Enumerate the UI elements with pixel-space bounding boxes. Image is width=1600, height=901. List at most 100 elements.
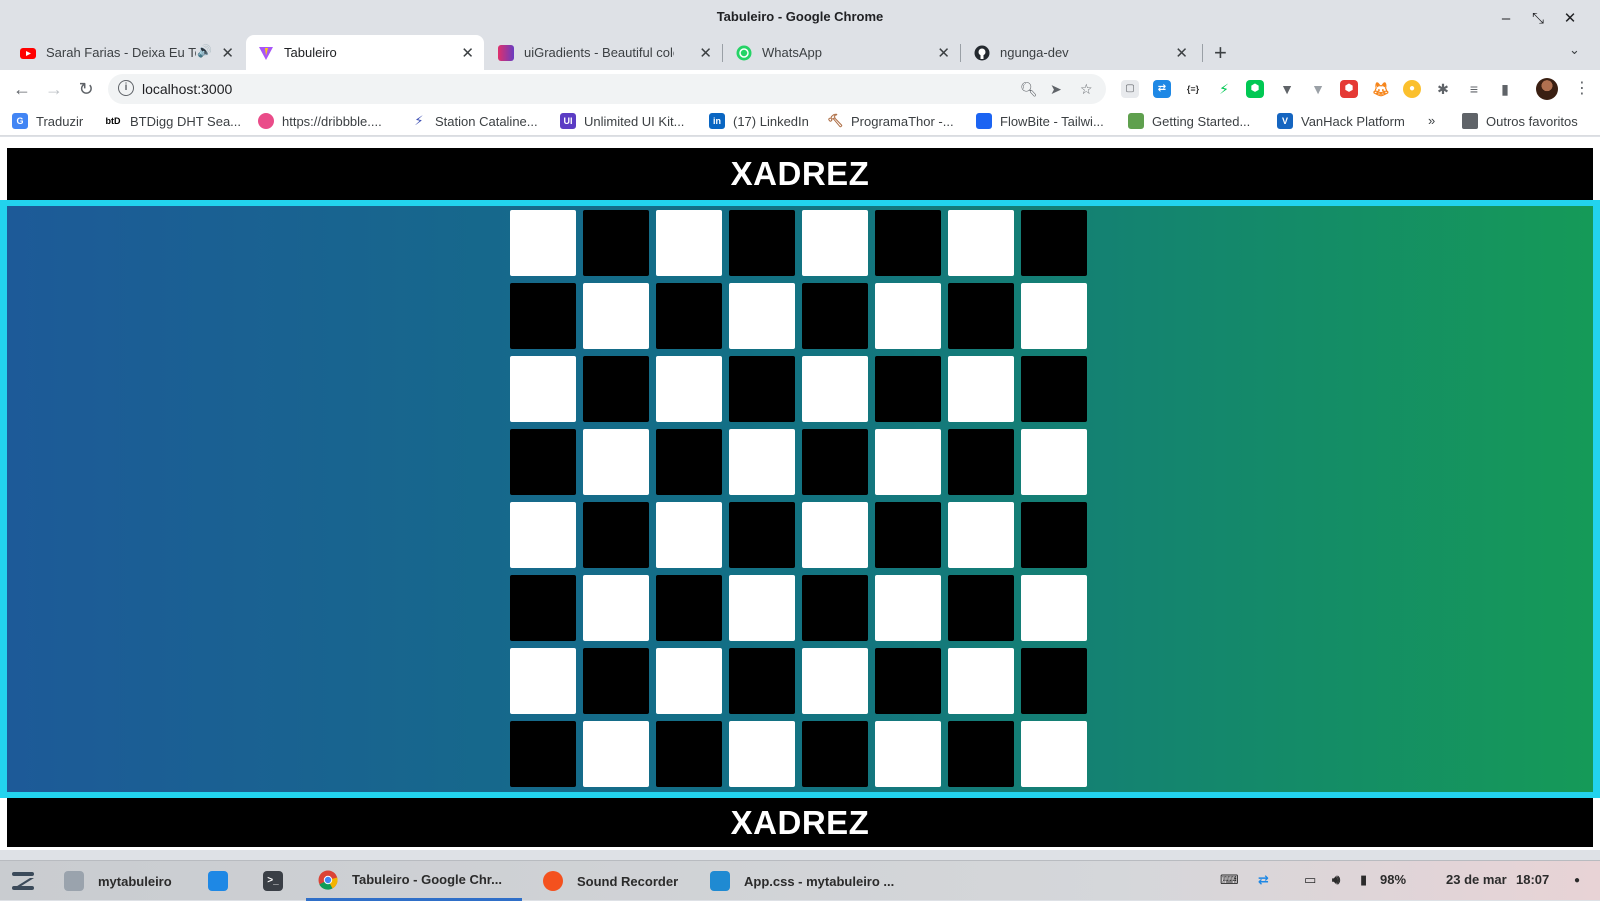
bookmark-btdigg[interactable]: btD BTDigg DHT Sea...	[104, 113, 241, 129]
clock-time[interactable]: 18:07	[1516, 872, 1549, 887]
avatar[interactable]	[1536, 78, 1558, 100]
board-square[interactable]	[656, 575, 722, 641]
battery-icon[interactable]: ▮	[1360, 872, 1367, 888]
json-extension-icon[interactable]: {≡}	[1184, 80, 1202, 98]
minimize-icon[interactable]: –	[1494, 6, 1518, 30]
board-square[interactable]	[510, 356, 576, 422]
tab-uigradients[interactable]: uiGradients - Beautiful colo ✕	[486, 35, 722, 70]
board-square[interactable]	[656, 721, 722, 787]
clock-date[interactable]: 23 de mar	[1446, 872, 1507, 887]
board-square[interactable]	[729, 283, 795, 349]
board-square[interactable]	[948, 648, 1014, 714]
taskbar-item-files[interactable]: mytabuleiro	[64, 861, 172, 901]
board-square[interactable]	[729, 429, 795, 495]
board-square[interactable]	[802, 356, 868, 422]
app-menu-button[interactable]	[10, 861, 36, 901]
bookmark-ui-kit[interactable]: UI Unlimited UI Kit...	[560, 113, 684, 129]
bookmark-star-icon[interactable]: ☆	[1080, 81, 1093, 98]
taskbar-item-store[interactable]	[208, 861, 242, 901]
board-square[interactable]	[1021, 210, 1087, 276]
green-extension-icon[interactable]: ⬢	[1246, 80, 1264, 98]
board-square[interactable]	[1021, 429, 1087, 495]
board-square[interactable]	[729, 575, 795, 641]
board-square[interactable]	[656, 429, 722, 495]
board-square[interactable]	[802, 721, 868, 787]
board-square[interactable]	[729, 721, 795, 787]
speaker-icon[interactable]: 🔊	[197, 44, 212, 58]
close-tab-icon[interactable]: ✕	[461, 44, 474, 62]
board-square[interactable]	[510, 210, 576, 276]
board-square[interactable]	[948, 575, 1014, 641]
url-text[interactable]: localhost:3000	[142, 81, 232, 97]
bookmark-dribbble[interactable]: https://dribbble....	[258, 113, 382, 129]
board-square[interactable]	[875, 356, 941, 422]
board-square[interactable]	[583, 283, 649, 349]
taskbar-item-chrome[interactable]: Tabuleiro - Google Chr...	[306, 861, 522, 901]
board-square[interactable]	[1021, 648, 1087, 714]
board-square[interactable]	[656, 356, 722, 422]
forward-icon[interactable]: →	[42, 77, 66, 101]
board-square[interactable]	[583, 721, 649, 787]
other-bookmarks-folder[interactable]: Outros favoritos	[1462, 113, 1578, 129]
keyboard-icon[interactable]: ⌨	[1220, 872, 1239, 888]
board-square[interactable]	[510, 283, 576, 349]
board-square[interactable]	[875, 429, 941, 495]
board-square[interactable]	[510, 648, 576, 714]
board-square[interactable]	[948, 721, 1014, 787]
board-square[interactable]	[729, 356, 795, 422]
extension-icon[interactable]: ▢	[1121, 80, 1139, 98]
display-icon[interactable]: ▭	[1304, 872, 1316, 888]
board-square[interactable]	[802, 283, 868, 349]
red-extension-icon[interactable]: ⬢	[1340, 80, 1358, 98]
taskbar-item-terminal[interactable]: >_	[263, 861, 297, 901]
sync-icon[interactable]: ⇄	[1258, 872, 1269, 888]
board-square[interactable]	[948, 210, 1014, 276]
media-control-icon[interactable]: ≡	[1465, 80, 1483, 98]
board-square[interactable]	[875, 721, 941, 787]
board-square[interactable]	[729, 502, 795, 568]
board-square[interactable]	[1021, 356, 1087, 422]
board-square[interactable]	[729, 210, 795, 276]
bookmark-station[interactable]: ⚡ Station Cataline...	[411, 113, 538, 129]
board-square[interactable]	[656, 502, 722, 568]
metamask-icon[interactable]: 🦊︎	[1372, 80, 1390, 98]
board-square[interactable]	[656, 648, 722, 714]
taskbar-item-sound-recorder[interactable]: Sound Recorder	[543, 861, 678, 901]
board-square[interactable]	[948, 356, 1014, 422]
chevron-down-icon[interactable]: ⌄	[1569, 42, 1580, 58]
send-icon[interactable]: ➤	[1050, 81, 1062, 98]
board-square[interactable]	[1021, 575, 1087, 641]
board-square[interactable]	[656, 210, 722, 276]
board-square[interactable]	[583, 429, 649, 495]
site-info-icon[interactable]: i	[118, 80, 134, 96]
board-square[interactable]	[510, 575, 576, 641]
close-tab-icon[interactable]: ✕	[937, 44, 950, 62]
close-tab-icon[interactable]: ✕	[221, 44, 234, 62]
board-square[interactable]	[875, 575, 941, 641]
back-icon[interactable]: ←	[10, 77, 34, 101]
close-tab-icon[interactable]: ✕	[699, 44, 712, 62]
board-square[interactable]	[656, 283, 722, 349]
board-square[interactable]	[802, 575, 868, 641]
vue-devtools-2-icon[interactable]: ▼	[1309, 80, 1327, 98]
board-square[interactable]	[948, 283, 1014, 349]
bookmarks-more-button[interactable]: »	[1428, 113, 1435, 128]
board-square[interactable]	[729, 648, 795, 714]
close-tab-icon[interactable]: ✕	[1175, 44, 1188, 62]
board-square[interactable]	[583, 575, 649, 641]
translate-extension-icon[interactable]: ⇄	[1153, 80, 1171, 98]
board-square[interactable]	[802, 648, 868, 714]
board-square[interactable]	[875, 210, 941, 276]
board-square[interactable]	[510, 429, 576, 495]
bookmark-linkedin[interactable]: in (17) LinkedIn	[709, 113, 809, 129]
board-square[interactable]	[1021, 283, 1087, 349]
side-panel-icon[interactable]: ▮	[1496, 80, 1514, 98]
new-tab-button[interactable]: +	[1214, 40, 1227, 66]
menu-kebab-icon[interactable]: ⋮	[1574, 78, 1590, 98]
board-square[interactable]	[802, 210, 868, 276]
tab-tabuleiro[interactable]: Tabuleiro ✕	[246, 35, 484, 70]
address-bar[interactable]: i localhost:3000 🔍︎ ➤ ☆	[108, 74, 1106, 104]
board-square[interactable]	[948, 502, 1014, 568]
taskbar-item-vscode[interactable]: App.css - mytabuleiro ...	[710, 861, 894, 901]
board-square[interactable]	[583, 210, 649, 276]
